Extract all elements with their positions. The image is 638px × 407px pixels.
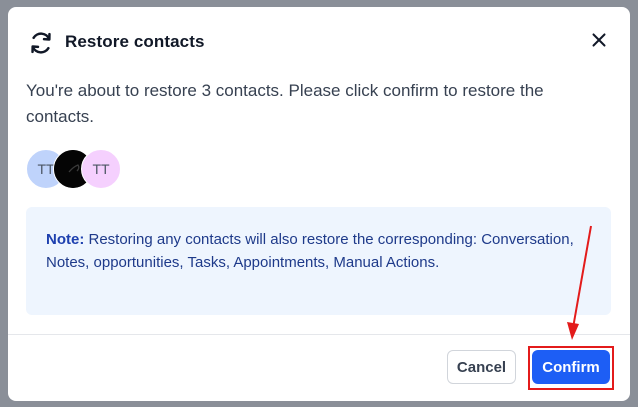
note-label: Note: xyxy=(46,231,85,248)
avatar: TT xyxy=(81,149,121,189)
note-box: Note: Restoring any contacts will also r… xyxy=(26,207,611,315)
contact-avatars: TT TT xyxy=(26,149,136,189)
refresh-icon xyxy=(31,32,51,54)
restore-message: You're about to restore 3 contacts. Plea… xyxy=(26,81,544,126)
footer-divider xyxy=(8,334,630,335)
dialog-header: Restore contacts xyxy=(8,7,630,79)
close-icon[interactable] xyxy=(588,29,610,51)
note-text: Note: Restoring any contacts will also r… xyxy=(46,229,586,274)
restore-contacts-dialog: Restore contacts You're about to restore… xyxy=(8,7,630,401)
confirm-highlight-box xyxy=(528,346,614,390)
note-body: Restoring any contacts will also restore… xyxy=(46,231,574,271)
dialog-title: Restore contacts xyxy=(65,32,205,51)
cancel-button[interactable]: Cancel xyxy=(447,350,516,384)
